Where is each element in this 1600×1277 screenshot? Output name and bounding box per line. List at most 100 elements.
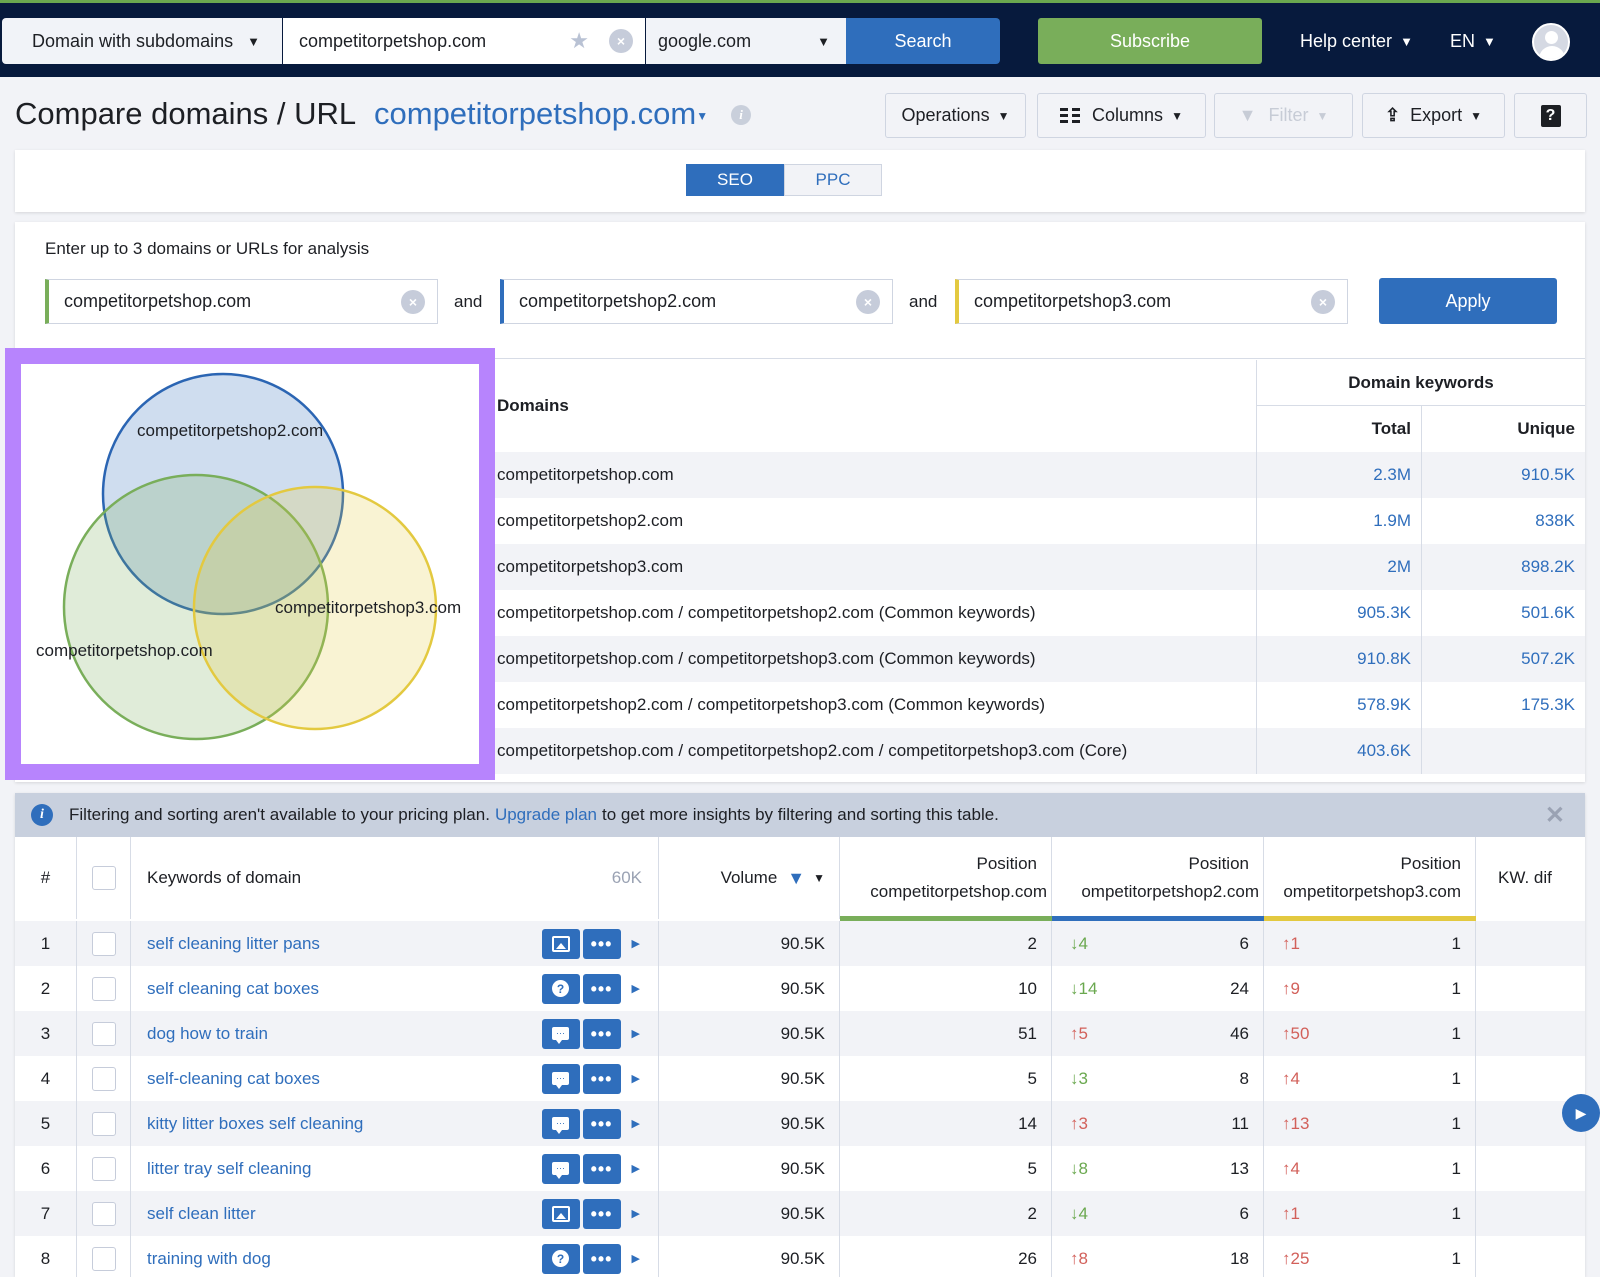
checkbox[interactable] xyxy=(91,866,116,890)
keyword-link[interactable]: self cleaning litter pans xyxy=(147,934,320,954)
row-checkbox[interactable] xyxy=(91,931,116,956)
caret-right-icon[interactable]: ▶ xyxy=(632,1072,640,1085)
row-checkbox[interactable] xyxy=(91,1111,116,1136)
intent-button[interactable]: ? xyxy=(541,1243,580,1274)
row-total-link[interactable]: 403.6K xyxy=(1256,728,1421,774)
row-checkbox[interactable] xyxy=(91,1201,116,1226)
row-checkbox-cell[interactable] xyxy=(77,1011,131,1056)
clear-icon[interactable]: × xyxy=(856,289,880,314)
domain-field-3[interactable]: competitorpetshop3.com × xyxy=(955,279,1348,324)
tab-ppc[interactable]: PPC xyxy=(784,164,882,196)
intent-button[interactable]: ··· xyxy=(541,1108,580,1139)
caret-right-icon[interactable]: ▶ xyxy=(632,1252,640,1265)
intent-button[interactable] xyxy=(541,1198,580,1229)
row-total-link[interactable]: 2.3M xyxy=(1256,452,1421,498)
domain-field-2[interactable]: competitorpetshop2.com × xyxy=(500,279,893,324)
tab-seo[interactable]: SEO xyxy=(686,164,784,196)
row-checkbox[interactable] xyxy=(91,1246,116,1271)
row-checkbox-cell[interactable] xyxy=(77,1146,131,1191)
clear-icon[interactable]: × xyxy=(609,29,633,53)
filter-button[interactable]: ▼ Filter ▼ xyxy=(1214,93,1353,138)
row-checkbox-cell[interactable] xyxy=(77,1236,131,1277)
row-unique-link[interactable]: 501.6K xyxy=(1421,590,1585,636)
intent-button[interactable]: ? xyxy=(541,973,580,1004)
page-domain-selector[interactable]: competitorpetshop.com▼ xyxy=(374,96,708,132)
row-checkbox-cell[interactable] xyxy=(77,1101,131,1146)
row-checkbox-cell[interactable] xyxy=(77,1191,131,1236)
more-button[interactable]: ••• xyxy=(582,928,621,959)
more-button[interactable]: ••• xyxy=(582,973,621,1004)
scroll-right-button[interactable]: ▶ xyxy=(1562,1094,1600,1132)
export-button[interactable]: ⇪ Export ▼ xyxy=(1362,93,1505,138)
intent-button[interactable] xyxy=(541,928,580,959)
operations-button[interactable]: Operations ▼ xyxy=(885,93,1026,138)
more-button[interactable]: ••• xyxy=(582,1153,621,1184)
row-checkbox[interactable] xyxy=(91,976,116,1001)
row-total-link[interactable]: 905.3K xyxy=(1256,590,1421,636)
db-scope-select[interactable]: Domain with subdomains ▼ xyxy=(2,18,282,64)
subscribe-button[interactable]: Subscribe xyxy=(1038,18,1262,64)
caret-right-icon[interactable]: ▶ xyxy=(632,1027,640,1040)
row-unique-link[interactable]: 507.2K xyxy=(1421,636,1585,682)
keyword-link[interactable]: self-cleaning cat boxes xyxy=(147,1069,320,1089)
row-total-link[interactable]: 2M xyxy=(1256,544,1421,590)
keyword-link[interactable]: litter tray self cleaning xyxy=(147,1159,311,1179)
search-engine-select[interactable]: google.com ▼ xyxy=(646,18,846,64)
close-icon[interactable]: ✕ xyxy=(1545,801,1565,830)
more-button[interactable]: ••• xyxy=(582,1108,621,1139)
language-menu[interactable]: EN ▼ xyxy=(1450,18,1496,64)
row-unique-link[interactable]: 898.2K xyxy=(1421,544,1585,590)
keyword-link[interactable]: self cleaning cat boxes xyxy=(147,979,319,999)
row-unique-link[interactable] xyxy=(1421,728,1585,774)
search-button[interactable]: Search xyxy=(846,18,1000,64)
intent-button[interactable]: ··· xyxy=(541,1018,580,1049)
caret-right-icon[interactable]: ▶ xyxy=(632,982,640,995)
col-header-volume[interactable]: Volume ▼ ▼ xyxy=(659,837,840,919)
help-button[interactable]: ? xyxy=(1514,93,1587,138)
keyword-link[interactable]: self clean litter xyxy=(147,1204,256,1224)
intent-button[interactable]: ··· xyxy=(541,1063,580,1094)
domain-search-input[interactable]: competitorpetshop.com ★ × xyxy=(283,18,645,64)
caret-right-icon[interactable]: ▶ xyxy=(632,937,640,950)
select-all-checkbox[interactable] xyxy=(77,837,131,919)
clear-icon[interactable]: × xyxy=(401,289,425,314)
caret-right-icon[interactable]: ▶ xyxy=(632,1207,640,1220)
chevron-down-icon[interactable]: ▼ xyxy=(813,871,825,885)
help-center-menu[interactable]: Help center ▼ xyxy=(1300,18,1413,64)
funnel-icon[interactable]: ▼ xyxy=(787,868,805,889)
position-label: Position xyxy=(1400,854,1461,873)
intent-button[interactable]: ··· xyxy=(541,1153,580,1184)
row-checkbox[interactable] xyxy=(91,1156,116,1181)
info-icon[interactable]: i xyxy=(731,105,751,125)
more-button[interactable]: ••• xyxy=(582,1063,621,1094)
chevron-down-icon: ▼ xyxy=(1400,33,1413,49)
caret-right-icon[interactable]: ▶ xyxy=(632,1117,640,1130)
row-checkbox[interactable] xyxy=(91,1021,116,1046)
star-icon[interactable]: ★ xyxy=(569,28,589,54)
caret-right-icon[interactable]: ▶ xyxy=(632,1162,640,1175)
more-button[interactable]: ••• xyxy=(582,1018,621,1049)
keyword-link[interactable]: dog how to train xyxy=(147,1024,268,1044)
more-button[interactable]: ••• xyxy=(582,1198,621,1229)
upgrade-plan-link[interactable]: Upgrade plan xyxy=(495,805,597,825)
position-1-cell: 2 xyxy=(840,921,1052,966)
row-checkbox-cell[interactable] xyxy=(77,921,131,966)
user-avatar-icon[interactable] xyxy=(1532,23,1570,61)
row-unique-link[interactable]: 910.5K xyxy=(1421,452,1585,498)
keyword-link[interactable]: kitty litter boxes self cleaning xyxy=(147,1114,363,1134)
row-total-link[interactable]: 1.9M xyxy=(1256,498,1421,544)
more-button[interactable]: ••• xyxy=(582,1243,621,1274)
domain-field-1[interactable]: competitorpetshop.com × xyxy=(45,279,438,324)
row-checkbox-cell[interactable] xyxy=(77,1056,131,1101)
clear-icon[interactable]: × xyxy=(1311,289,1335,314)
row-unique-link[interactable]: 838K xyxy=(1421,498,1585,544)
row-checkbox-cell[interactable] xyxy=(77,966,131,1011)
row-checkbox[interactable] xyxy=(91,1066,116,1091)
keyword-link[interactable]: training with dog xyxy=(147,1249,271,1269)
row-total-link[interactable]: 578.9K xyxy=(1256,682,1421,728)
position-change: ↑4 xyxy=(1282,1159,1300,1179)
columns-button[interactable]: Columns ▼ xyxy=(1037,93,1206,138)
row-unique-link[interactable]: 175.3K xyxy=(1421,682,1585,728)
apply-button[interactable]: Apply xyxy=(1379,278,1557,324)
row-total-link[interactable]: 910.8K xyxy=(1256,636,1421,682)
